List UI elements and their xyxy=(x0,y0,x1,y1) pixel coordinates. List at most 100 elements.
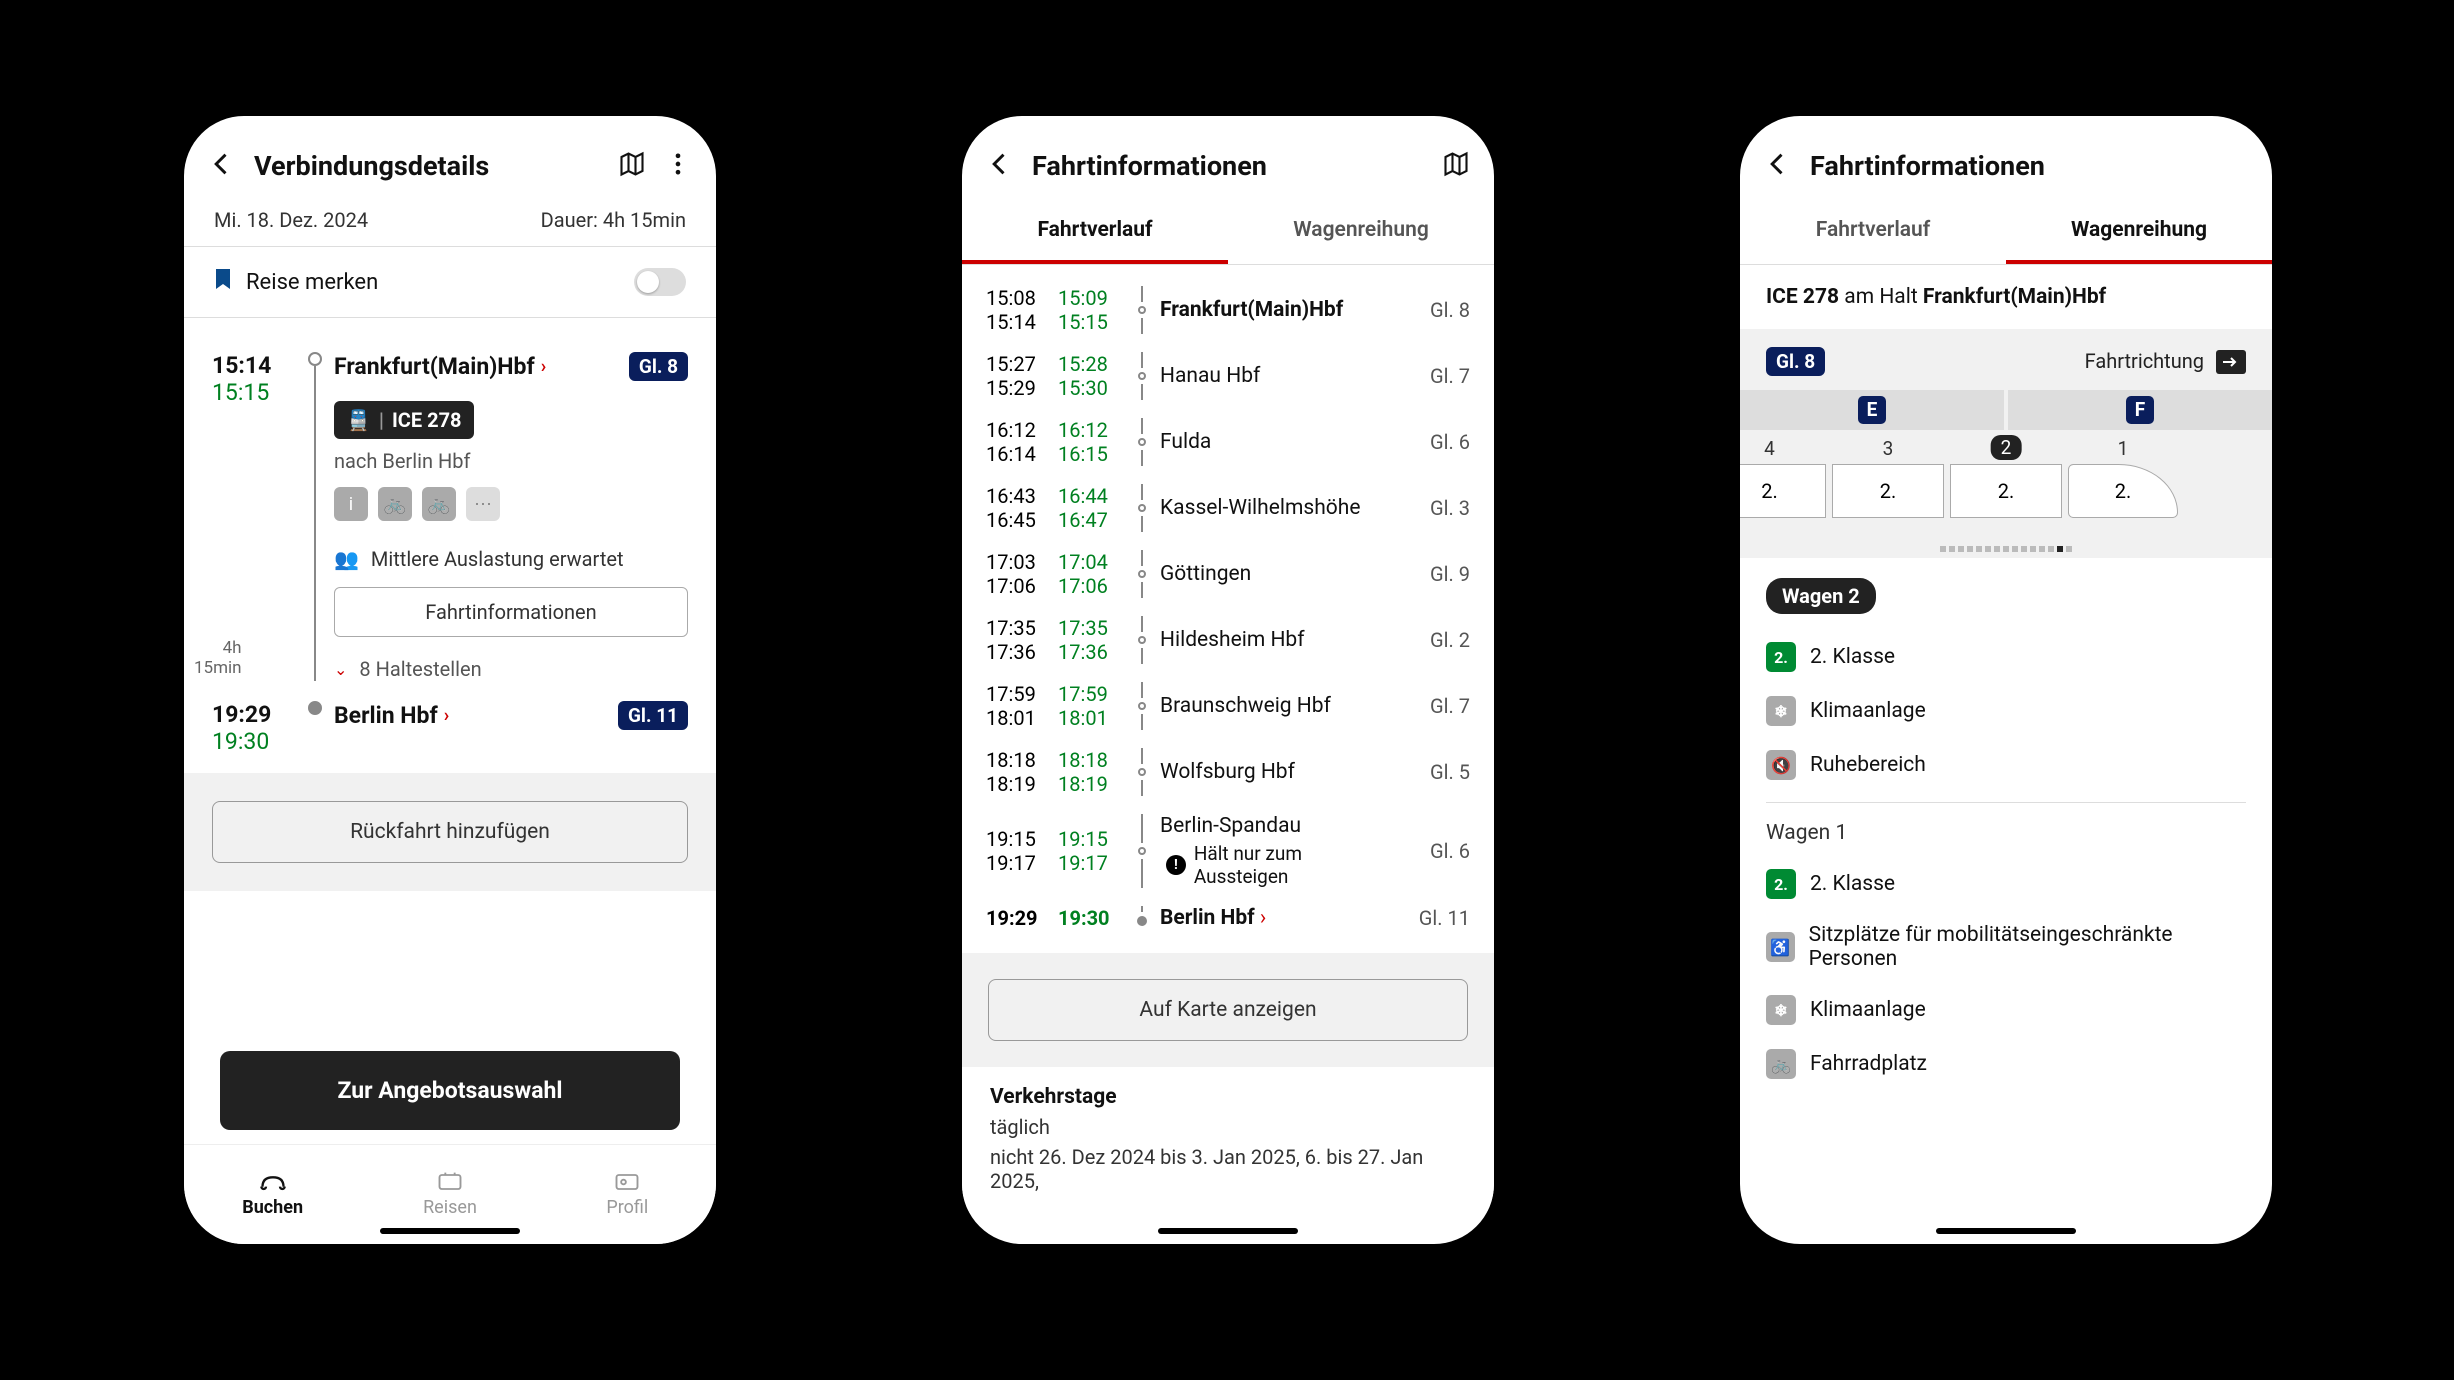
save-trip-label: Reise merken xyxy=(246,270,378,295)
wagon1-bike: 🚲 Fahrradplatz xyxy=(1766,1037,2246,1091)
stop-sched: 17:3517:36 xyxy=(986,616,1052,664)
coach-class: 2. xyxy=(1761,479,1778,503)
arr-real: 19:30 xyxy=(212,728,296,755)
ac-icon: ❄ xyxy=(1766,995,1796,1025)
stop-note: !Hält nur zum Aussteigen xyxy=(1160,842,1400,888)
arr-platform: Gl. 11 xyxy=(618,701,688,730)
home-indicator xyxy=(1936,1228,2076,1234)
coach-strip[interactable]: Gl. 8 Fahrtrichtung E F 42.32.22.12. xyxy=(1740,329,2272,558)
stop-platform: Gl. 6 xyxy=(1406,839,1470,863)
chevron-right-icon: › xyxy=(444,705,449,726)
quiet-icon: 🔇 xyxy=(1766,750,1796,780)
pager-dots xyxy=(1940,546,2072,552)
duration: Dauer: 4h 15min xyxy=(541,208,686,232)
wagon1-title: Wagen 1 xyxy=(1766,821,2246,845)
arr-station[interactable]: Berlin Hbf › xyxy=(334,702,449,729)
more-amenities-icon[interactable]: ⋯ xyxy=(466,487,500,521)
stop-row[interactable]: 18:1818:1918:1818:19Wolfsburg HbfGl. 5 xyxy=(986,739,1470,805)
ac-icon: ❄ xyxy=(1766,696,1796,726)
stop-name: Göttingen xyxy=(1160,562,1400,586)
coach-box[interactable]: 42. xyxy=(1740,464,1826,518)
tab-fahrtverlauf[interactable]: Fahrtverlauf xyxy=(962,200,1228,264)
save-trip-toggle[interactable] xyxy=(634,268,686,296)
map-icon[interactable] xyxy=(618,150,646,182)
back-icon[interactable] xyxy=(208,150,236,182)
stop-platform: Gl. 7 xyxy=(1406,364,1470,388)
phone-coach-order: Fahrtinformationen Fahrtverlauf Wagenrei… xyxy=(1740,116,2272,1244)
stop-row[interactable]: 15:0815:1415:0915:15Frankfurt(Main)HbfGl… xyxy=(986,277,1470,343)
stop-name: Kassel-Wilhelmshöhe xyxy=(1160,496,1400,520)
stop-platform: Gl. 7 xyxy=(1406,694,1470,718)
stop-sched: 16:1216:14 xyxy=(986,418,1052,466)
stop-name: Frankfurt(Main)Hbf xyxy=(1160,298,1400,322)
sector-f: F xyxy=(2008,390,2272,430)
more-icon[interactable] xyxy=(664,150,692,182)
stop-row[interactable]: 15:2715:2915:2815:30Hanau HbfGl. 7 xyxy=(986,343,1470,409)
journey-info-button[interactable]: Fahrtinformationen xyxy=(334,587,688,637)
coach-number: 2 xyxy=(1991,435,2022,460)
tab-fahrtverlauf[interactable]: Fahrtverlauf xyxy=(1740,200,2006,264)
stop-platform: Gl. 6 xyxy=(1406,430,1470,454)
stops-toggle[interactable]: ⌄ 8 Haltestellen xyxy=(334,657,688,681)
load-row: 👥 Mittlere Auslastung erwartet xyxy=(334,547,688,571)
stop-row-final[interactable]: 19:2919:30Berlin Hbf ›Gl. 11 xyxy=(986,897,1470,939)
stop-platform: Gl. 2 xyxy=(1406,628,1470,652)
stop-row[interactable]: 17:3517:3617:3517:36Hildesheim HbfGl. 2 xyxy=(986,607,1470,673)
stop-name: Wolfsburg Hbf xyxy=(1160,760,1400,784)
direction-label: Fahrtrichtung xyxy=(2085,349,2204,373)
bike-icon[interactable]: 🚲 xyxy=(378,487,412,521)
stop-row[interactable]: 16:1216:1416:1216:15FuldaGl. 6 xyxy=(986,409,1470,475)
stop-row[interactable]: 17:5918:0117:5918:01Braunschweig HbfGl. … xyxy=(986,673,1470,739)
show-on-map-button[interactable]: Auf Karte anzeigen xyxy=(988,979,1468,1041)
stop-sched: 19:1519:17 xyxy=(986,827,1052,875)
nav-buchen[interactable]: Buchen xyxy=(184,1145,361,1244)
stop-row[interactable]: 17:0317:0617:0417:06GöttingenGl. 9 xyxy=(986,541,1470,607)
back-icon[interactable] xyxy=(1764,150,1792,182)
home-indicator xyxy=(380,1228,520,1234)
tab-wagenreihung[interactable]: Wagenreihung xyxy=(2006,200,2272,264)
header: Fahrtinformationen xyxy=(962,116,1494,200)
stop-real: 17:0417:06 xyxy=(1058,550,1124,598)
train-icon: 🚆 xyxy=(346,408,371,432)
journey-block: 4h 15min 15:14 15:15 Frankfurt(Main)Hbf … xyxy=(184,318,716,773)
stop-sched: 18:1818:19 xyxy=(986,748,1052,796)
nav-profil[interactable]: Profil xyxy=(539,1145,716,1244)
add-return-button[interactable]: Rückfahrt hinzufügen xyxy=(212,801,688,863)
coach-box[interactable]: 12. xyxy=(2068,464,2178,518)
stop-real: 19:1519:17 xyxy=(1058,827,1124,875)
info-icon[interactable]: i xyxy=(334,487,368,521)
coach-number: 1 xyxy=(2118,437,2129,460)
stop-row[interactable]: 19:1519:1719:1519:17Berlin-Spandau!Hält … xyxy=(986,805,1470,897)
phone-journey-info: Fahrtinformationen Fahrtverlauf Wagenrei… xyxy=(962,116,1494,1244)
coach-box[interactable]: 22. xyxy=(1950,464,2062,518)
bookmark-icon xyxy=(214,267,232,297)
stop-name: Hanau Hbf xyxy=(1160,364,1400,388)
train-dest: nach Berlin Hbf xyxy=(334,449,688,473)
meta-row: Mi. 18. Dez. 2024 Dauer: 4h 15min xyxy=(184,200,716,247)
amenity-icons: i 🚲 🚲 ⋯ xyxy=(334,487,688,521)
platform-badge: Gl. 8 xyxy=(1766,347,1825,376)
map-icon[interactable] xyxy=(1442,150,1470,182)
back-icon[interactable] xyxy=(986,150,1014,182)
dep-station[interactable]: Frankfurt(Main)Hbf › xyxy=(334,353,546,380)
stop-platform: Gl. 3 xyxy=(1406,496,1470,520)
wagon2-class: 2. 2. Klasse xyxy=(1766,630,2246,684)
tabs: Fahrtverlauf Wagenreihung xyxy=(1740,200,2272,265)
bike2-icon[interactable]: 🚲 xyxy=(422,487,456,521)
stop-real: 15:0915:15 xyxy=(1058,286,1124,334)
people-icon: 👥 xyxy=(334,547,359,571)
dep-platform: Gl. 8 xyxy=(629,352,688,381)
stop-platform: Gl. 9 xyxy=(1406,562,1470,586)
tab-wagenreihung[interactable]: Wagenreihung xyxy=(1228,200,1494,264)
train-badge: 🚆 | ICE 278 xyxy=(334,401,474,439)
stop-row[interactable]: 16:4316:4516:4416:47Kassel-WilhelmshöheG… xyxy=(986,475,1470,541)
service-days-daily: täglich xyxy=(990,1115,1466,1139)
stop-name: Hildesheim Hbf xyxy=(1160,628,1400,652)
header: Verbindungsdetails xyxy=(184,116,716,200)
stop-platform: Gl. 11 xyxy=(1406,906,1470,930)
coach-box[interactable]: 32. xyxy=(1832,464,1944,518)
wagon-details: Wagen 2 2. 2. Klasse ❄ Klimaanlage 🔇 Ruh… xyxy=(1740,558,2272,1111)
offers-cta-button[interactable]: Zur Angebotsauswahl xyxy=(220,1051,680,1130)
coach-context: ICE 278 am Halt Frankfurt(Main)Hbf xyxy=(1740,265,2272,329)
class-2-icon: 2. xyxy=(1766,642,1796,672)
